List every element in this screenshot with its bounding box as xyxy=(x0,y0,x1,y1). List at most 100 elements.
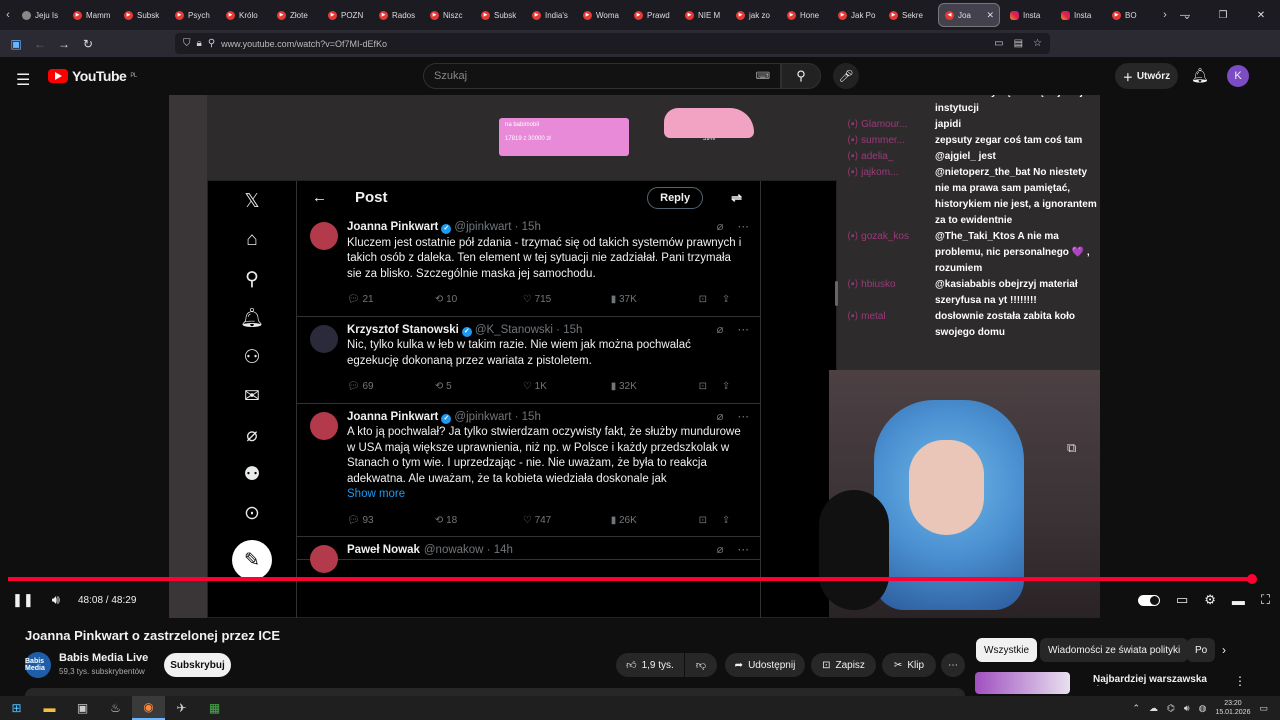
tab-a-10[interactable]: ▶ India's xyxy=(526,0,577,30)
tab-a-17[interactable]: ▶ Sekre xyxy=(883,0,934,30)
tab-b-2[interactable]: ▶ BO xyxy=(1106,0,1157,30)
reader-view-icon[interactable]: ▤ xyxy=(1014,38,1023,49)
tab-a-5[interactable]: ▶ Złote xyxy=(271,0,322,30)
channel-avatar[interactable]: Babis Media xyxy=(25,652,51,678)
app-tray-icon[interactable]: ◍ xyxy=(1199,703,1207,714)
avatar[interactable]: K xyxy=(1227,65,1249,87)
tab-a-3[interactable]: ▶ Psych xyxy=(169,0,220,30)
firefox-icon[interactable]: ◉ xyxy=(132,696,165,720)
address-bar[interactable]: ⛉ 🔒︎ ⚲ www.youtube.com/watch?v=Of7MI-dEf… xyxy=(175,33,1050,54)
tab-a-0[interactable]: Jeju Is xyxy=(16,0,67,30)
scrubber-handle[interactable] xyxy=(1247,574,1258,584)
chip-all[interactable]: Wszystkie xyxy=(976,638,1037,662)
tab-a-6[interactable]: ▶ POZN xyxy=(322,0,373,30)
shield-icon[interactable]: ⛉ xyxy=(183,38,191,49)
miniplayer-icon[interactable]: ⧉ xyxy=(1067,440,1076,456)
keyboard-icon[interactable]: ⌨ xyxy=(756,71,770,82)
permissions-icon[interactable]: ⚲ xyxy=(208,38,215,49)
reload-icon[interactable]: ↻ xyxy=(76,37,100,51)
fullscreen-icon[interactable]: ⛶ xyxy=(1261,592,1270,608)
tab-a-15[interactable]: ▶ Hone xyxy=(781,0,832,30)
tab-a-1[interactable]: ▶ Mamm xyxy=(67,0,118,30)
tab-a-9[interactable]: ▶ Subsk xyxy=(475,0,526,30)
picture-in-picture-icon[interactable]: ▭ xyxy=(994,38,1003,49)
tweet-more-icon: ⋯ xyxy=(737,410,750,423)
close-window-icon[interactable]: ✕ xyxy=(1242,0,1280,30)
description-box[interactable] xyxy=(25,688,965,696)
tab-a-4[interactable]: ▶ Królo xyxy=(220,0,271,30)
tab-a-8[interactable]: ▶ Niszc xyxy=(424,0,475,30)
tab-a-16[interactable]: ▶ Jak Po xyxy=(832,0,883,30)
tab-active[interactable]: ◀ Joa ✕ xyxy=(938,3,1000,27)
cloud-icon[interactable]: ☁ xyxy=(1149,703,1158,714)
tab-a-11[interactable]: ▶ Woma xyxy=(577,0,628,30)
recommended-title[interactable]: Najbardziej warszawska drama EVER xyxy=(1093,674,1233,686)
lock-icon[interactable]: 🔒︎ xyxy=(197,38,202,49)
autoplay-toggle[interactable] xyxy=(1137,594,1160,606)
navigation-toolbar: ▣ ← → ↻ ⛉ 🔒︎ ⚲ www.youtube.com/watch?v=O… xyxy=(0,30,1280,77)
app-monitor-icon[interactable]: ▣ xyxy=(66,696,99,720)
url-text[interactable]: www.youtube.com/watch?v=Of7MI-dEfKo xyxy=(221,39,387,49)
tab-a-7[interactable]: ▶ Rados xyxy=(373,0,424,30)
chat-message: ⟨▪⟩ hbiusko @kasiababis obejrzyj materiał… xyxy=(847,277,1100,309)
like-button[interactable]: 👍︎ 1,9 tys. xyxy=(616,653,684,677)
tray-chevron-icon[interactable]: ⌃ xyxy=(1133,703,1141,714)
pause-icon[interactable]: ❚❚ xyxy=(12,592,34,608)
steam-icon[interactable]: ♨ xyxy=(99,696,132,720)
tab-a-12[interactable]: ▶ Prawd xyxy=(628,0,679,30)
restore-icon[interactable]: ❐ xyxy=(1204,0,1242,30)
dislike-button[interactable]: 👎︎ xyxy=(685,653,717,677)
clock[interactable]: 23:20 15.01.2026 xyxy=(1215,699,1250,717)
chip-more[interactable]: Po xyxy=(1187,638,1215,662)
tweet: Joanna Pinkwart ✓ @jpinkwart · 15h ⌀ ⋯ A kto … xyxy=(297,404,760,537)
channel-name[interactable]: Babis Media Live xyxy=(59,652,148,664)
youtube-logo[interactable]: YouTube PL xyxy=(48,68,137,84)
create-label: Utwórz xyxy=(1136,70,1171,82)
search-placeholder: Szukaj xyxy=(434,70,468,82)
theater-mode-icon[interactable]: ▬ xyxy=(1232,593,1245,608)
settings-gear-icon[interactable]: ⚙ xyxy=(1204,592,1216,608)
tab-b-0[interactable]: Insta xyxy=(1004,0,1055,30)
clip-label: Klip xyxy=(907,659,925,671)
tab-b-1[interactable]: Insta xyxy=(1055,0,1106,30)
progress-bar[interactable] xyxy=(8,574,1258,584)
sidebar-toggle-icon[interactable]: ▣ xyxy=(4,37,28,51)
tab-a-2[interactable]: ▶ Subsk xyxy=(118,0,169,30)
notifications-bell-icon[interactable]: 🔔︎ xyxy=(1191,67,1209,84)
calculator-icon[interactable]: ▦ xyxy=(198,696,231,720)
create-button[interactable]: ＋ Utwórz xyxy=(1115,63,1178,89)
recommended-thumbnail[interactable] xyxy=(975,672,1070,694)
save-button[interactable]: ⊡ Zapisz xyxy=(811,653,876,677)
close-tab-icon[interactable]: ✕ xyxy=(986,10,994,21)
video-player[interactable]: na babimobil 17819 z 30000 zł 59% 𝕏 ⌂ ⚲ 🔔… xyxy=(169,95,1100,618)
tab-a-14[interactable]: ▶ jak zo xyxy=(730,0,781,30)
voice-search-button[interactable]: 🎤︎ xyxy=(833,63,859,89)
notification-center-icon[interactable]: ▭ xyxy=(1259,703,1268,714)
network-icon[interactable]: ⌬ xyxy=(1167,703,1175,714)
share-button[interactable]: ➦ Udostępnij xyxy=(725,653,805,677)
tab-a-13[interactable]: ▶ NIE M xyxy=(679,0,730,30)
clip-button[interactable]: ✂ Klip xyxy=(882,653,936,677)
forward-icon[interactable]: → xyxy=(52,37,76,51)
bookmark-star-icon[interactable]: ☆ xyxy=(1033,38,1042,49)
chips-next-chevron-icon[interactable]: › xyxy=(1222,643,1226,657)
chip-politics[interactable]: Wiadomości ze świata polityki xyxy=(1040,638,1189,662)
more-actions-button[interactable]: ⋯ xyxy=(941,653,965,677)
recommended-more-icon[interactable]: ⋮ xyxy=(1234,674,1246,688)
minimize-icon[interactable]: — xyxy=(1166,0,1204,30)
subscribe-button[interactable]: Subskrybuj xyxy=(164,653,231,677)
hamburger-menu-icon[interactable]: ☰ xyxy=(16,70,30,90)
search-input[interactable]: Szukaj ⌨ xyxy=(423,63,781,89)
tweet-actions: 💬︎ 21 ⟲ 10 ♡ 715 ▮ 37K ⊡ ⇪ xyxy=(347,292,745,316)
search-button[interactable]: ⚲ xyxy=(781,63,821,89)
windows-start-icon[interactable]: ⊞ xyxy=(0,696,33,720)
speaker-tray-icon[interactable]: 🔊︎ xyxy=(1184,703,1190,714)
subtitles-icon[interactable]: ▭ xyxy=(1176,592,1188,608)
file-explorer-icon[interactable]: ▬ xyxy=(33,696,66,720)
back-icon[interactable]: ← xyxy=(28,37,52,51)
volume-icon[interactable]: 🔊︎ xyxy=(52,592,60,608)
app-bird-icon[interactable]: ✈ xyxy=(165,696,198,720)
grok-icon: ⌀ xyxy=(716,221,724,233)
search-icon: ⚲ xyxy=(796,68,806,83)
tabs-scroll-left-icon[interactable]: ‹ xyxy=(0,0,16,30)
